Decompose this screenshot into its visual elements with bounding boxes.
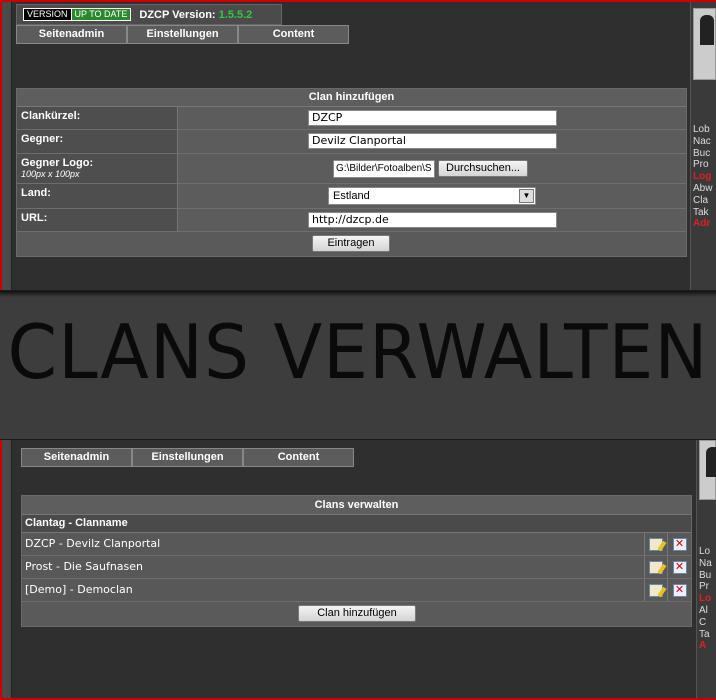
column-header: Clantag - Clanname xyxy=(22,515,691,533)
value-cell-gegner: Devilz Clanportal xyxy=(178,130,686,153)
right-menu-item[interactable]: Ta xyxy=(699,629,716,641)
version-badge: VERSION UP TO DATE xyxy=(23,8,132,21)
manage-footer: Clan hinzufügen xyxy=(22,602,691,626)
admin-tabs: Seitenadmin Einstellungen Content xyxy=(16,25,349,44)
clan-name: Prost - Die Saufnasen xyxy=(22,556,645,578)
banner-shadow xyxy=(0,291,716,297)
version-badge-label: VERSION xyxy=(24,9,72,20)
tab-einstellungen[interactable]: Einstellungen xyxy=(132,448,243,467)
logo-file-input[interactable]: G:\Bilder\Fotoalben\S xyxy=(333,160,435,178)
edit-cell xyxy=(645,556,668,578)
right-menu-item[interactable]: Al xyxy=(699,605,716,617)
right-menu-item[interactable]: Adr xyxy=(693,218,716,230)
form-title: Clan hinzufügen xyxy=(17,89,686,107)
row-url: URL: http://dzcp.de xyxy=(17,209,686,232)
value-cell-land: Estland ▼ xyxy=(178,184,686,208)
right-menu-item[interactable]: Tak xyxy=(693,207,716,219)
row-logo: Gegner Logo: 100px x 100px G:\Bilder\Fot… xyxy=(17,154,686,184)
version-label-text: DZCP Version: xyxy=(139,8,216,21)
table-row: [Demo] - Democlan ✕ xyxy=(22,579,691,602)
value-cell-clankuerzel: DZCP xyxy=(178,107,686,129)
title-banner: CLANS VERWALTEN xyxy=(0,290,716,440)
label-logo: Gegner Logo: 100px x 100px xyxy=(17,154,178,183)
delete-icon[interactable]: ✕ xyxy=(672,583,687,597)
chevron-down-icon[interactable]: ▼ xyxy=(519,189,534,203)
clan-name: DZCP - Devilz Clanportal xyxy=(22,533,645,555)
browse-button[interactable]: Durchsuchen... xyxy=(438,160,528,177)
clans-manage-table: Clans verwalten Clantag - Clanname DZCP … xyxy=(21,495,692,627)
right-menu-item[interactable]: Pr xyxy=(699,581,716,593)
version-badge-status: UP TO DATE xyxy=(71,9,131,20)
tab-seitenadmin[interactable]: Seitenadmin xyxy=(21,448,132,467)
right-menu-item[interactable]: Bu xyxy=(699,570,716,582)
version-label: DZCP Version: 1.5.5.2 xyxy=(139,9,252,21)
label-logo-text: Gegner Logo: xyxy=(21,157,94,169)
form-footer: Eintragen xyxy=(17,232,686,256)
right-menu-item[interactable]: A xyxy=(699,640,716,652)
right-menu-top: Lob Nac Buc Pro Log Abw Cla Tak Adr xyxy=(693,124,716,230)
land-select[interactable]: Estland ▼ xyxy=(328,187,536,205)
right-menu-item[interactable]: Lob xyxy=(693,124,716,136)
table-row: DZCP - Devilz Clanportal ✕ xyxy=(22,533,691,556)
clan-add-form: Clan hinzufügen Clankürzel: DZCP Gegner:… xyxy=(16,88,687,257)
label-logo-size: 100px x 100px xyxy=(21,169,80,179)
tab-seitenadmin[interactable]: Seitenadmin xyxy=(16,25,127,44)
edit-cell xyxy=(645,579,668,601)
edit-icon[interactable] xyxy=(649,560,663,574)
delete-icon[interactable]: ✕ xyxy=(672,537,687,551)
row-land: Land: Estland ▼ xyxy=(17,184,686,209)
left-strip xyxy=(2,2,12,290)
label-gegner: Gegner: xyxy=(17,130,178,153)
right-menu-item[interactable]: C xyxy=(699,617,716,629)
right-menu-item[interactable]: Buc xyxy=(693,148,716,160)
right-menu-item[interactable]: Lo xyxy=(699,546,716,558)
delete-cell: ✕ xyxy=(668,579,691,601)
tab-content[interactable]: Content xyxy=(238,25,349,44)
avatar-bottom xyxy=(699,440,716,500)
table-row: Prost - Die Saufnasen ✕ xyxy=(22,556,691,579)
delete-icon[interactable]: ✕ xyxy=(672,560,687,574)
admin-tabs-bottom: Seitenadmin Einstellungen Content xyxy=(21,448,354,467)
edit-icon[interactable] xyxy=(649,537,663,551)
right-menu-item[interactable]: Pro xyxy=(693,159,716,171)
row-clankuerzel: Clankürzel: DZCP xyxy=(17,107,686,130)
tab-einstellungen[interactable]: Einstellungen xyxy=(127,25,238,44)
clankuerzel-input[interactable]: DZCP xyxy=(308,110,557,126)
right-menu-item[interactable]: Lo xyxy=(699,593,716,605)
banner-title: CLANS VERWALTEN xyxy=(7,308,709,397)
label-land: Land: xyxy=(17,184,178,208)
delete-cell: ✕ xyxy=(668,556,691,578)
manage-title: Clans verwalten xyxy=(22,496,691,515)
right-menu-item[interactable]: Cla xyxy=(693,195,716,207)
right-menu-item[interactable]: Abw xyxy=(693,183,716,195)
url-input[interactable]: http://dzcp.de xyxy=(308,212,557,228)
top-screenshot-panel: VERSION UP TO DATE DZCP Version: 1.5.5.2… xyxy=(0,0,716,290)
delete-cell: ✕ xyxy=(668,533,691,555)
edit-icon[interactable] xyxy=(649,583,663,597)
left-strip-bottom xyxy=(2,440,12,698)
value-cell-url: http://dzcp.de xyxy=(178,209,686,231)
version-bar: VERSION UP TO DATE DZCP Version: 1.5.5.2 xyxy=(16,4,282,25)
clan-name: [Demo] - Democlan xyxy=(22,579,645,601)
gegner-input[interactable]: Devilz Clanportal xyxy=(308,133,557,149)
avatar xyxy=(693,8,716,80)
right-sidebar-top: Lob Nac Buc Pro Log Abw Cla Tak Adr xyxy=(690,2,716,290)
edit-cell xyxy=(645,533,668,555)
right-menu-item[interactable]: Na xyxy=(699,558,716,570)
right-menu-bottom: Lo Na Bu Pr Lo Al C Ta A xyxy=(699,546,716,652)
label-clankuerzel: Clankürzel: xyxy=(17,107,178,129)
right-menu-item[interactable]: Nac xyxy=(693,136,716,148)
eintragen-button[interactable]: Eintragen xyxy=(312,235,390,252)
right-sidebar-bottom: Lo Na Bu Pr Lo Al C Ta A xyxy=(696,440,716,698)
bottom-screenshot-panel: Seitenadmin Einstellungen Content Clans … xyxy=(0,440,716,700)
tab-content[interactable]: Content xyxy=(243,448,354,467)
value-cell-logo: G:\Bilder\Fotoalben\S Durchsuchen... xyxy=(178,154,686,183)
row-gegner: Gegner: Devilz Clanportal xyxy=(17,130,686,154)
right-menu-item[interactable]: Log xyxy=(693,171,716,183)
land-selected: Estland xyxy=(333,190,370,202)
label-url: URL: xyxy=(17,209,178,231)
version-number: 1.5.5.2 xyxy=(218,8,253,21)
clan-hinzufuegen-button[interactable]: Clan hinzufügen xyxy=(298,605,416,622)
